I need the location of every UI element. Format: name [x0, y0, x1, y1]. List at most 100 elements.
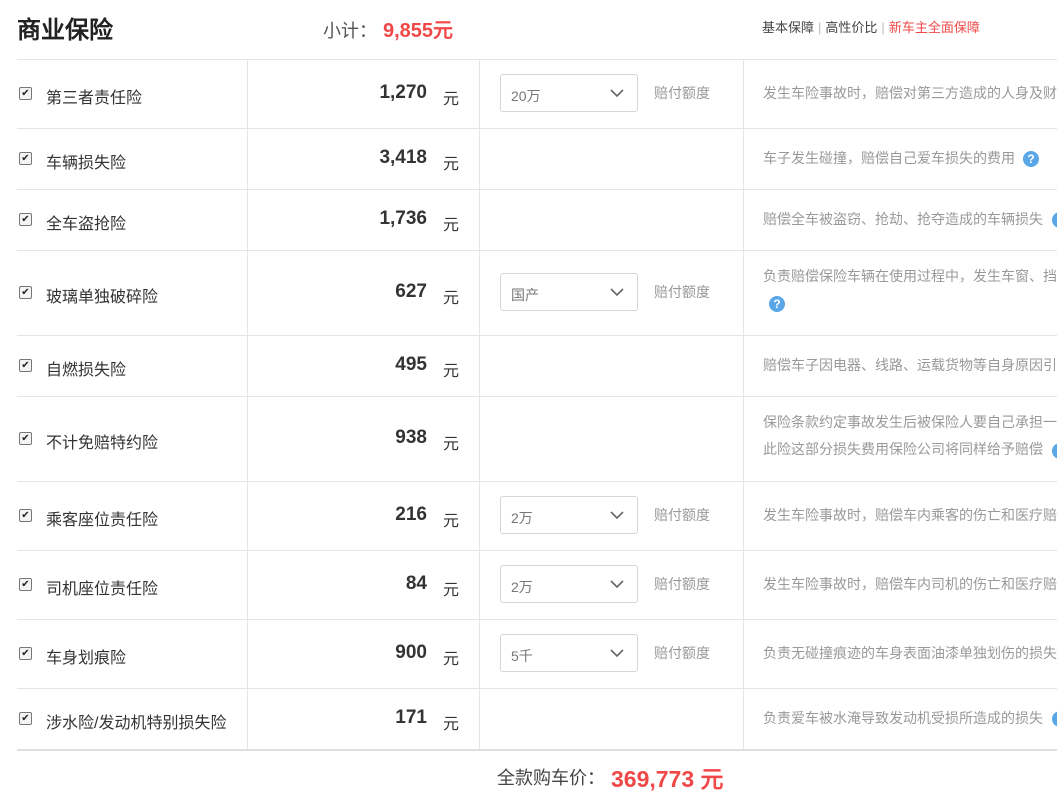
- price-unit: 元: [443, 156, 460, 173]
- coverage-select-value: 5千: [511, 648, 533, 664]
- insurance-row: ✔ 自燃损失险 495 元 赔偿车子因电器、线路、运载货物等自身原因引: [17, 336, 1057, 397]
- help-icon[interactable]: ?: [769, 296, 785, 313]
- insurance-description: 发生车险事故时，赔偿车内司机的伤亡和医疗赔: [763, 571, 1057, 598]
- insurance-table: ✔ 第三者责任险 1,270 元 20万 赔付额度 发生车险事故时，赔偿对第三方造成的人身及…: [17, 59, 1057, 751]
- insurance-description: 车子发生碰撞，赔偿自己爱车损失的费用?: [763, 145, 1057, 172]
- page-title: 商业保险: [17, 17, 113, 44]
- insurance-name: 全车盗抢险: [46, 216, 127, 233]
- row-checkbox[interactable]: ✔: [19, 213, 32, 226]
- price-unit: 元: [443, 716, 460, 733]
- plan-value[interactable]: 高性价比: [825, 20, 877, 35]
- coverage-label: 赔付额度: [654, 284, 710, 300]
- insurance-price: 84: [405, 573, 427, 594]
- insurance-description: 发生车险事故时，赔偿车内乘客的伤亡和医疗赔: [763, 502, 1057, 529]
- insurance-description: 赔偿车子因电器、线路、运载货物等自身原因引: [763, 352, 1057, 379]
- total-price-value: 369,773 元: [611, 766, 724, 792]
- insurance-name: 司机座位责任险: [46, 581, 159, 598]
- coverage-select[interactable]: 20万: [500, 74, 638, 112]
- description-line: 发生车险事故时，赔偿车内司机的伤亡和医疗赔: [763, 576, 1057, 592]
- description-line: 保险条款约定事故发生后被保险人要自己承担一: [763, 414, 1057, 430]
- description-line: 车子发生碰撞，赔偿自己爱车损失的费用: [763, 150, 1015, 166]
- description-line: 此险这部分损失费用保险公司将同样给予赔偿: [763, 441, 1043, 457]
- header: 商业保险 小计： 9,855元 基本保障 | 高性价比 | 新车主全面保障: [0, 0, 1057, 58]
- insurance-price: 1,736: [379, 208, 427, 229]
- insurance-price: 938: [395, 427, 427, 448]
- coverage-select[interactable]: 2万: [500, 565, 638, 603]
- coverage-label: 赔付额度: [654, 85, 710, 101]
- insurance-name: 乘客座位责任险: [46, 512, 159, 529]
- row-checkbox[interactable]: ✔: [19, 432, 32, 445]
- insurance-name: 自燃损失险: [46, 362, 127, 379]
- insurance-name: 不计免赔特约险: [46, 435, 159, 452]
- coverage-select-value: 20万: [511, 88, 541, 104]
- insurance-price: 900: [395, 642, 427, 663]
- total-price-label: 全款购车价：: [497, 768, 605, 788]
- row-checkbox[interactable]: ✔: [19, 712, 32, 725]
- plan-tabs: 基本保障 | 高性价比 | 新车主全面保障: [762, 20, 980, 35]
- insurance-row: ✔ 乘客座位责任险 216 元 2万 赔付额度 发生车险事故时，赔偿车内乘客的伤亡和医疗赔: [17, 482, 1057, 551]
- subtotal-label: 小计：: [323, 21, 377, 41]
- description-line: 负责无碰撞痕迹的车身表面油漆单独划伤的损失: [763, 645, 1057, 661]
- insurance-row: ✔ 不计免赔特约险 938 元 保险条款约定事故发生后被保险人要自己承担一 此险这部分损失…: [17, 397, 1057, 482]
- description-line: 赔偿车子因电器、线路、运载货物等自身原因引: [763, 357, 1057, 373]
- coverage-label: 赔付额度: [654, 507, 710, 523]
- insurance-price: 216: [395, 504, 427, 525]
- insurance-row: ✔ 玻璃单独破碎险 627 元 国产 赔付额度 负责赔偿保险车辆在使用过程中，发生车窗、挡?: [17, 251, 1057, 336]
- row-checkbox[interactable]: ✔: [19, 152, 32, 165]
- insurance-description: 发生车险事故时，赔偿对第三方造成的人身及财: [763, 80, 1057, 107]
- description-line: 负责爱车被水淹导致发动机受损所造成的损失: [763, 710, 1043, 726]
- row-checkbox[interactable]: ✔: [19, 286, 32, 299]
- coverage-select[interactable]: 国产: [500, 273, 638, 311]
- insurance-row: ✔ 司机座位责任险 84 元 2万 赔付额度 发生车险事故时，赔偿车内司机的伤亡和医疗赔: [17, 551, 1057, 620]
- price-unit: 元: [443, 582, 460, 599]
- coverage-select-value: 2万: [511, 579, 533, 595]
- price-unit: 元: [443, 363, 460, 380]
- insurance-row: ✔ 车身划痕险 900 元 5千 赔付额度 负责无碰撞痕迹的车身表面油漆单独划伤的损失: [17, 620, 1057, 689]
- plan-basic[interactable]: 基本保障: [762, 20, 814, 35]
- insurance-name: 车辆损失险: [46, 155, 127, 172]
- insurance-row: ✔ 车辆损失险 3,418 元 车子发生碰撞，赔偿自己爱车损失的费用?: [17, 129, 1057, 190]
- insurance-name: 车身划痕险: [46, 650, 127, 667]
- price-unit: 元: [443, 513, 460, 530]
- coverage-label: 赔付额度: [654, 576, 710, 592]
- insurance-name: 玻璃单独破碎险: [46, 289, 159, 306]
- insurance-name: 涉水险/发动机特别损失险: [46, 715, 227, 732]
- insurance-row: ✔ 第三者责任险 1,270 元 20万 赔付额度 发生车险事故时，赔偿对第三方造成的人身及…: [17, 60, 1057, 129]
- row-checkbox[interactable]: ✔: [19, 359, 32, 372]
- row-checkbox[interactable]: ✔: [19, 578, 32, 591]
- price-unit: 元: [443, 651, 460, 668]
- insurance-description: 负责爱车被水淹导致发动机受损所造成的损失: [763, 705, 1057, 732]
- insurance-description: 负责赔偿保险车辆在使用过程中，发生车窗、挡?: [763, 263, 1057, 317]
- help-icon[interactable]: ?: [1023, 151, 1039, 168]
- row-checkbox[interactable]: ✔: [19, 647, 32, 660]
- subtotal-value: 9,855元: [383, 20, 454, 42]
- insurance-row: ✔ 涉水险/发动机特别损失险 171 元 负责爱车被水淹导致发动机受损所造成的损失: [17, 689, 1057, 751]
- insurance-description: 保险条款约定事故发生后被保险人要自己承担一 此险这部分损失费用保险公司将同样给予赔…: [763, 409, 1057, 463]
- description-line: 发生车险事故时，赔偿对第三方造成的人身及财: [763, 85, 1057, 101]
- insurance-description: 负责无碰撞痕迹的车身表面油漆单独划伤的损失: [763, 640, 1057, 667]
- subtotal: 小计： 9,855元: [323, 14, 453, 43]
- description-line: 发生车险事故时，赔偿车内乘客的伤亡和医疗赔: [763, 507, 1057, 523]
- coverage-select[interactable]: 5千: [500, 634, 638, 672]
- insurance-price: 1,270: [379, 82, 427, 103]
- insurance-description: 赔偿全车被盗窃、抢劫、抢夺造成的车辆损失: [763, 206, 1057, 233]
- plan-new-owner[interactable]: 新车主全面保障: [889, 20, 980, 35]
- coverage-select[interactable]: 2万: [500, 496, 638, 534]
- coverage-label: 赔付额度: [654, 645, 710, 661]
- price-unit: 元: [443, 436, 460, 453]
- insurance-price: 495: [395, 354, 427, 375]
- insurance-row: ✔ 全车盗抢险 1,736 元 赔偿全车被盗窃、抢劫、抢夺造成的车辆损失: [17, 190, 1057, 251]
- coverage-select-value: 国产: [511, 287, 539, 303]
- insurance-name: 第三者责任险: [46, 90, 143, 107]
- coverage-select-value: 2万: [511, 510, 533, 526]
- insurance-price: 627: [395, 281, 427, 302]
- price-unit: 元: [443, 290, 460, 307]
- price-unit: 元: [443, 217, 460, 234]
- row-checkbox[interactable]: ✔: [19, 87, 32, 100]
- description-line: 赔偿全车被盗窃、抢劫、抢夺造成的车辆损失: [763, 211, 1043, 227]
- total-price: 全款购车价： 369,773 元: [497, 760, 724, 794]
- row-checkbox[interactable]: ✔: [19, 509, 32, 522]
- insurance-price: 3,418: [379, 147, 427, 168]
- insurance-price: 171: [395, 707, 427, 728]
- description-line: 负责赔偿保险车辆在使用过程中，发生车窗、挡: [763, 268, 1057, 284]
